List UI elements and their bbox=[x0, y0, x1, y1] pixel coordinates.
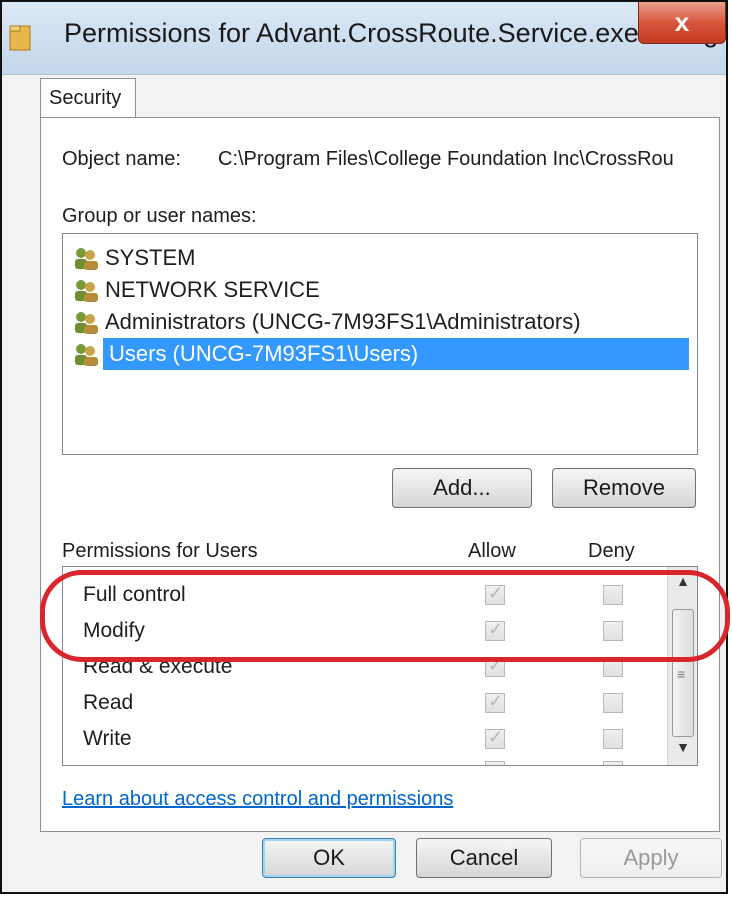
dialog-title: Permissions for Advant.CrossRoute.Servic… bbox=[64, 18, 719, 48]
allow-read-checkbox[interactable]: ✓ bbox=[485, 691, 505, 713]
check-icon: ✓ bbox=[488, 727, 504, 747]
annotation-highlight-ring bbox=[40, 570, 730, 662]
deny-header: Deny bbox=[588, 540, 635, 562]
list-item-users[interactable]: Users (UNCG-7M93FS1\Users) bbox=[71, 338, 689, 370]
permissions-label: Permissions for Users bbox=[62, 540, 258, 562]
title-bar[interactable]: Permissions for Advant.CrossRoute.Servic… bbox=[2, 2, 726, 75]
remove-button[interactable]: Remove bbox=[552, 468, 696, 508]
list-item-administrators[interactable]: Administrators (UNCG-7M93FS1\Administrat… bbox=[71, 306, 581, 338]
list-item-network-service[interactable]: NETWORK SERVICE bbox=[71, 274, 320, 306]
user-name: NETWORK SERVICE bbox=[105, 277, 320, 302]
user-name: Users (UNCG-7M93FS1\Users) bbox=[109, 341, 419, 366]
ok-button[interactable]: OK bbox=[262, 838, 396, 878]
apply-button[interactable]: Apply bbox=[580, 838, 722, 878]
users-icon bbox=[75, 312, 98, 334]
scroll-down-icon[interactable]: ▼ bbox=[668, 739, 697, 763]
folder-icon bbox=[9, 25, 31, 51]
group-names-label: Group or user names: bbox=[62, 205, 257, 227]
users-icon bbox=[75, 344, 98, 366]
add-button[interactable]: Add... bbox=[392, 468, 532, 508]
tab-security[interactable]: Security bbox=[40, 78, 136, 118]
learn-more-link[interactable]: Learn about access control and permissio… bbox=[62, 788, 453, 811]
allow-write-checkbox[interactable]: ✓ bbox=[485, 727, 505, 749]
perm-write-label: Write bbox=[83, 727, 132, 750]
users-icon bbox=[75, 248, 98, 270]
deny-write-checkbox[interactable] bbox=[603, 729, 623, 749]
perm-read-label: Read bbox=[83, 691, 134, 714]
check-icon: ✓ bbox=[488, 691, 504, 711]
allow-partial-checkbox[interactable] bbox=[485, 761, 505, 765]
deny-partial-checkbox[interactable] bbox=[603, 761, 623, 765]
list-item-system[interactable]: SYSTEM bbox=[71, 242, 195, 274]
user-name: Administrators (UNCG-7M93FS1\Administrat… bbox=[105, 309, 581, 334]
deny-read-checkbox[interactable] bbox=[603, 693, 623, 713]
users-icon bbox=[75, 280, 98, 302]
close-icon: x bbox=[674, 7, 690, 37]
object-name-label: Object name: bbox=[62, 148, 181, 170]
grip-icon: ≡ bbox=[677, 666, 686, 682]
allow-header: Allow bbox=[468, 540, 516, 562]
close-button[interactable]: x bbox=[638, 2, 726, 44]
group-user-list[interactable]: SYSTEM NETWORK SERVICE Administrators (U… bbox=[62, 233, 698, 455]
user-name: SYSTEM bbox=[105, 245, 196, 270]
cancel-button[interactable]: Cancel bbox=[416, 838, 552, 878]
object-name-value: C:\Program Files\College Foundation Inc\… bbox=[218, 148, 674, 170]
